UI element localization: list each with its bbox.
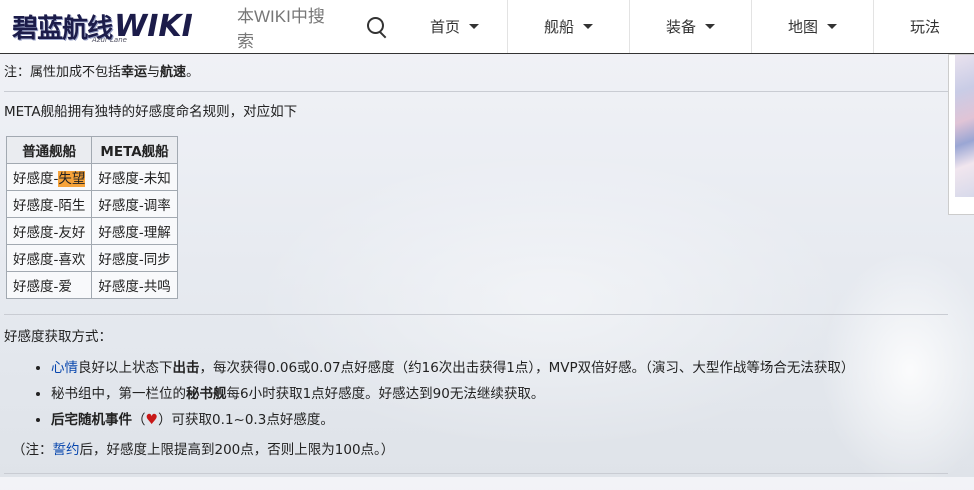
top-navbar: 碧蓝航线 WIKI Azur Lane 本WIKI中搜索 首页 舰船 装备 地图…	[0, 0, 974, 54]
footnote-text: 后，好感度上限提高到200点，否则上限为100点。）	[79, 442, 395, 458]
main-content: 注：属性加成不包括幸运与航速。 META舰船拥有独特的好感度命名规则，对应如下 …	[4, 54, 948, 458]
note-luck: 幸运	[121, 65, 148, 80]
cell-normal: 好感度-陌生	[5, 190, 93, 218]
list-item: 心情良好以上状态下出击，每次获得0.06或0.07点好感度（约16次出击获得1点…	[51, 355, 948, 381]
method-bold: 出击	[172, 360, 200, 376]
nav-item-gameplay[interactable]: 玩法	[874, 0, 944, 53]
nav-item-maps[interactable]: 地图	[752, 0, 874, 53]
method-text: ，每次获得0.06或0.07点好感度（约16次出击获得1点），MVP双倍好感。（…	[199, 360, 855, 376]
caret-down-icon	[469, 24, 479, 29]
note-and: 与	[147, 65, 161, 80]
cell-normal: 好感度-友好	[5, 217, 93, 245]
method-text: （	[132, 412, 146, 428]
cell-meta: 好感度-同步	[91, 244, 178, 272]
list-item: 秘书组中，第一栏位的秘书舰每6小时获取1点好感度。好感达到90无法继续获取。	[51, 381, 948, 407]
table-row: 好感度-爱 好感度-共鸣	[5, 271, 178, 299]
nav-item-label: 地图	[787, 18, 818, 36]
nav-item-label: 玩法	[910, 18, 941, 36]
method-text: 秘书组中，第一栏位的	[51, 386, 186, 402]
nav-item-label: 首页	[429, 18, 460, 36]
caret-down-icon	[583, 24, 593, 29]
cell-normal: 好感度-喜欢	[5, 244, 93, 272]
nav-item-ships[interactable]: 舰船	[508, 0, 630, 53]
cell-meta: 好感度-理解	[91, 217, 178, 245]
section-divider	[4, 314, 948, 315]
cell-normal: 好感度-爱	[5, 271, 93, 299]
logo-subtitle: Azur Lane	[92, 36, 127, 44]
nav-item-label: 装备	[665, 18, 696, 36]
oath-link[interactable]: 誓约	[53, 442, 80, 458]
search-box[interactable]: 本WIKI中搜索	[205, 0, 387, 53]
cell-normal: 好感度-失望	[5, 163, 93, 191]
cell-meta: 好感度-调率	[91, 190, 178, 218]
footnote: （注：誓约后，好感度上限提高到200点，否则上限为100点。）	[12, 438, 948, 458]
mood-link[interactable]: 心情	[51, 360, 78, 376]
cell-meta: 好感度-未知	[91, 163, 178, 191]
table-row: 好感度-失望 好感度-未知	[5, 163, 178, 191]
methods-list: 心情良好以上状态下出击，每次获得0.06或0.07点好感度（约16次出击获得1点…	[4, 355, 948, 433]
note-speed: 航速	[160, 65, 187, 80]
methods-title: 好感度获取方式：	[4, 329, 112, 345]
table-header-row: 普通舰船 META舰船	[5, 136, 178, 164]
nav-item-label: 舰船	[543, 18, 574, 36]
attribute-note: 注：属性加成不包括幸运与航速。	[4, 54, 948, 92]
note-end: 。	[186, 65, 200, 80]
search-icon[interactable]	[366, 16, 387, 38]
heart-icon: ♥	[145, 412, 159, 428]
nav-item-equipment[interactable]: 装备	[630, 0, 752, 53]
side-character-image[interactable]	[948, 54, 974, 215]
table-row: 好感度-友好 好感度-理解	[5, 217, 178, 245]
column-header-normal: 普通舰船	[5, 136, 93, 164]
site-logo[interactable]: 碧蓝航线 WIKI Azur Lane	[0, 0, 205, 53]
note-prefix: 注：属性加成不包括	[4, 65, 122, 80]
bottom-divider	[4, 473, 948, 474]
cell-meta: 好感度-共鸣	[91, 271, 178, 299]
nav-menu: 首页 舰船 装备 地图 玩法	[402, 0, 944, 53]
column-header-meta: META舰船	[91, 136, 178, 164]
method-bold: 后宅随机事件	[51, 412, 132, 428]
highlighted-text: 失望	[58, 171, 86, 187]
list-item: 后宅随机事件（♥）可获取0.1~0.3点好感度。	[51, 407, 948, 433]
character-art	[955, 55, 974, 197]
affinity-table: 普通舰船 META舰船 好感度-失望 好感度-未知 好感度-陌生 好感度-调率 …	[5, 136, 178, 299]
nav-item-home[interactable]: 首页	[402, 0, 508, 53]
cell-prefix: 好感度-	[13, 171, 59, 187]
method-text: 每6小时获取1点好感度。好感达到90无法继续获取。	[226, 386, 545, 402]
search-input[interactable]: 本WIKI中搜索	[237, 2, 328, 52]
caret-down-icon	[705, 24, 715, 29]
table-row: 好感度-陌生 好感度-调率	[5, 190, 178, 218]
meta-intro: META舰船拥有独特的好感度命名规则，对应如下	[4, 104, 298, 120]
table-row: 好感度-喜欢 好感度-同步	[5, 244, 178, 272]
footnote-text: （注：	[12, 442, 53, 458]
caret-down-icon	[827, 24, 837, 29]
method-text: ）可获取0.1~0.3点好感度。	[158, 412, 334, 428]
method-bold: 秘书舰	[186, 386, 227, 402]
method-text: 良好以上状态下	[78, 360, 173, 376]
